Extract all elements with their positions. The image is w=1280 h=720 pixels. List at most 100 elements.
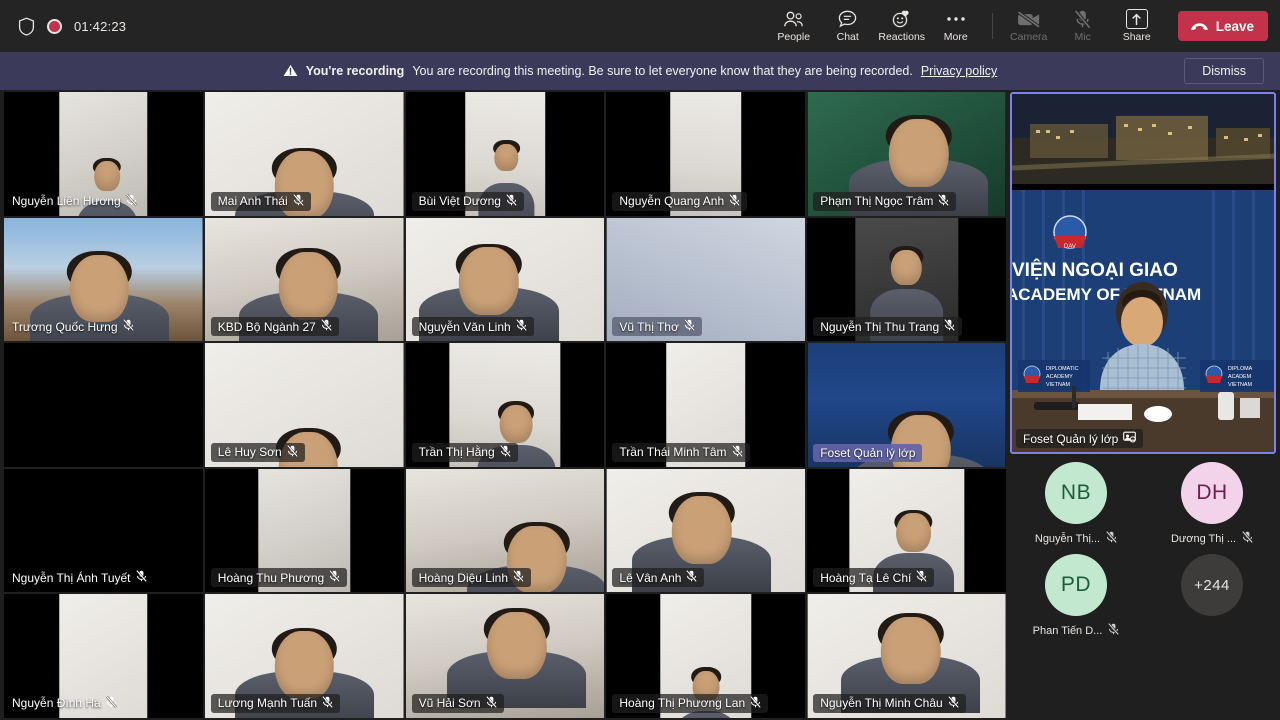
- participant-tile[interactable]: Vũ Thị Thơ: [606, 218, 805, 342]
- avatar-name-row: Phan Tiến D...: [1033, 623, 1120, 638]
- participant-nameplate: Hoàng Thu Phương: [211, 568, 347, 587]
- meeting-stage: Nguyễn Liên Hương Mai Anh Thái Bùi Việt Dư…: [0, 90, 1280, 720]
- participant-name-label: Lê Vân Anh: [619, 571, 681, 585]
- chat-button[interactable]: Chat: [821, 3, 875, 49]
- dismiss-button[interactable]: Dismiss: [1184, 58, 1264, 84]
- avatar-name-row: Dương Thị ...: [1171, 531, 1253, 546]
- privacy-policy-link[interactable]: Privacy policy: [921, 64, 997, 78]
- meeting-timer: 01:42:23: [74, 19, 126, 34]
- participant-tile[interactable]: Hoàng Diệu Linh: [406, 469, 605, 593]
- pinned-participant-tile[interactable]: DAV VIỆN NGOẠI GIAO ACADEMY OF VIETNAM: [1010, 92, 1276, 454]
- participant-nameplate: Nguyễn Thị Ánh Tuyết: [10, 568, 154, 587]
- more-button[interactable]: More: [929, 3, 983, 49]
- participant-nameplate: Trương Quốc Hưng: [10, 317, 141, 336]
- camera-label: Camera: [1010, 31, 1047, 43]
- participant-tile[interactable]: Trần Thị Hằng: [406, 343, 605, 467]
- participant-nameplate: Lê Vân Anh: [612, 568, 704, 587]
- leave-button[interactable]: Leave: [1178, 11, 1268, 41]
- more-label: More: [944, 31, 968, 43]
- leave-label: Leave: [1216, 19, 1254, 34]
- participant-name-label: Hoàng Thu Phương: [218, 571, 324, 585]
- participant-nameplate: Nguyễn Văn Linh: [412, 317, 534, 336]
- participant-nameplate: Hoàng Diệu Linh: [412, 568, 531, 587]
- svg-text:DIPLOMA: DIPLOMA: [1228, 366, 1253, 372]
- participant-tile[interactable]: Lê Huy Sơn: [205, 343, 404, 467]
- mic-muted-icon: [686, 570, 697, 585]
- participant-name-label: Hoàng Diệu Linh: [419, 571, 508, 585]
- person-head: [896, 513, 931, 552]
- rail-avatar-list: NBNguyễn Thị... DH Dương Thị ... PDPhan Tiế…: [1008, 462, 1280, 638]
- camera-toggle-button[interactable]: Camera: [1002, 3, 1056, 49]
- participant-tile[interactable]: Lương Mạnh Tuấn: [205, 594, 404, 718]
- participant-tile[interactable]: Nguyễn Quang Anh: [606, 92, 805, 216]
- participant-tile[interactable]: Hoàng Tạ Lê Chí: [807, 469, 1006, 593]
- participant-tile[interactable]: Nguyễn Thị Ánh Tuyết: [4, 469, 203, 593]
- mic-muted-icon: [486, 696, 497, 711]
- participant-tile[interactable]: Trần Thái Minh Tâm: [606, 343, 805, 467]
- participant-name-label: Nguyễn Quang Anh: [619, 194, 724, 208]
- chat-label: Chat: [837, 31, 859, 43]
- participant-tile[interactable]: Bùi Việt Dương: [406, 92, 605, 216]
- mic-muted-icon: [750, 696, 761, 711]
- reactions-button[interactable]: Reactions: [875, 3, 929, 49]
- participant-tile[interactable]: Phạm Thị Ngọc Trâm: [807, 92, 1006, 216]
- screen-share-icon: [1123, 431, 1136, 446]
- participant-nameplate: Phạm Thị Ngọc Trâm: [813, 192, 956, 211]
- participant-name-label: Trần Thị Hằng: [419, 445, 495, 459]
- rail-avatar-item[interactable]: DH Dương Thị ...: [1147, 462, 1277, 546]
- avatar: DH: [1181, 462, 1243, 524]
- mic-muted-icon: [506, 194, 517, 209]
- share-screen-icon: [1126, 9, 1148, 29]
- participant-tile[interactable]: Nguyễn Thị Minh Châu: [807, 594, 1006, 718]
- mic-muted-icon: [287, 445, 298, 460]
- person-head: [889, 119, 949, 187]
- mic-muted-icon: [321, 319, 332, 334]
- participant-tile[interactable]: Lê Vân Anh: [606, 469, 805, 593]
- participant-tile[interactable]: Hoàng Thu Phương: [205, 469, 404, 593]
- mic-toggle-button[interactable]: Mic: [1056, 3, 1110, 49]
- share-button[interactable]: Share: [1110, 3, 1164, 49]
- shield-icon: [18, 17, 35, 36]
- participant-name-label: Trần Thái Minh Tâm: [619, 445, 726, 459]
- mic-muted-icon: [500, 445, 511, 460]
- mic-muted-icon: [1106, 531, 1117, 546]
- person-head: [278, 252, 338, 320]
- rail-avatar-item[interactable]: PDPhan Tiến D...: [1011, 554, 1141, 638]
- pinned-name-label: Foset Quản lý lớp: [1023, 432, 1118, 446]
- participant-nameplate: Hoàng Tạ Lê Chí: [813, 568, 934, 587]
- participant-tile[interactable]: Nguyễn Đình Hà: [4, 594, 203, 718]
- avatar-name-label: Nguyễn Thị...: [1035, 533, 1100, 545]
- participant-tile[interactable]: Trương Quốc Hưng: [4, 218, 203, 342]
- mic-muted-icon: [1108, 623, 1119, 638]
- people-icon: [783, 9, 804, 29]
- participant-tile[interactable]: Vũ Hải Sơn: [406, 594, 605, 718]
- person-head: [94, 161, 120, 191]
- mic-muted-icon: [322, 696, 333, 711]
- overflow-count-badge: +244: [1181, 554, 1243, 616]
- participant-tile[interactable]: Nguyễn Văn Linh: [406, 218, 605, 342]
- participant-tile[interactable]: KBD Bộ Ngành 27: [205, 218, 404, 342]
- mic-muted-icon: [944, 319, 955, 334]
- person-head: [881, 617, 941, 685]
- participant-name-label: Lương Mạnh Tuấn: [218, 696, 317, 710]
- avatar-overflow-item[interactable]: +244: [1147, 554, 1277, 638]
- mic-muted-icon: [684, 319, 695, 334]
- svg-text:ACADEMY: ACADEMY: [1046, 374, 1073, 380]
- people-button[interactable]: People: [767, 3, 821, 49]
- participant-name-label: Nguyễn Liên Hương: [12, 194, 121, 208]
- meeting-top-bar: 01:42:23 People: [0, 0, 1280, 52]
- mic-muted-icon: [516, 319, 527, 334]
- top-bar-controls: People Chat: [767, 0, 1280, 52]
- rail-avatar-item[interactable]: NBNguyễn Thị...: [1011, 462, 1141, 546]
- participant-name-label: Nguyễn Thị Minh Châu: [820, 696, 943, 710]
- participant-tile[interactable]: Mai Anh Thái: [205, 92, 404, 216]
- participant-nameplate: Bùi Việt Dương: [412, 192, 524, 211]
- person-head: [459, 247, 519, 315]
- participant-tile[interactable]: Nguyễn Liên Hương: [4, 92, 203, 216]
- svg-text:ACADEMY OF VIETNAM: ACADEMY OF VIETNAM: [1012, 285, 1201, 304]
- participant-tile[interactable]: Hoàng Thị Phương Lan: [606, 594, 805, 718]
- participant-tile[interactable]: Nguyễn Thị Thu Trang: [807, 218, 1006, 342]
- participant-name-label: Vũ Hải Sơn: [419, 696, 481, 710]
- participant-tile[interactable]: Foset Quản lý lớp: [807, 343, 1006, 467]
- mic-off-icon: [1074, 9, 1091, 29]
